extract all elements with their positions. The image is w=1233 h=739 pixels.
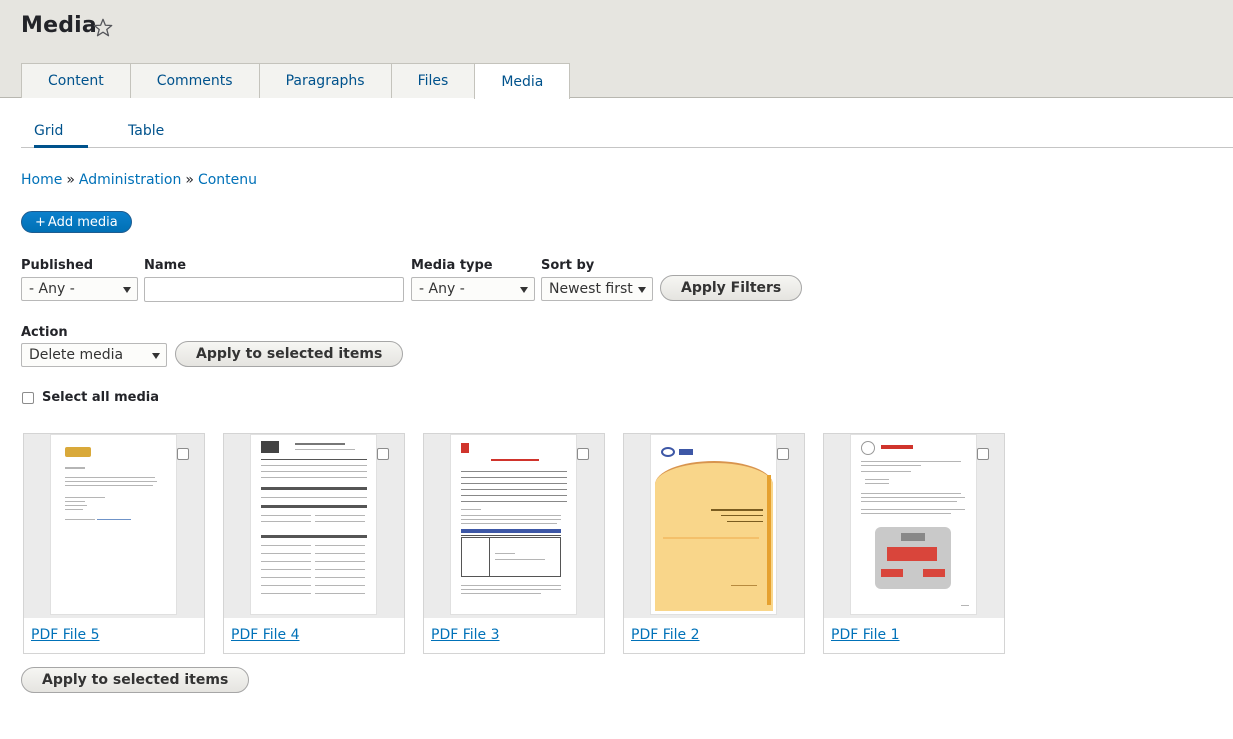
published-value: - Any - [29,281,75,297]
breadcrumb-separator: » [66,172,75,188]
tab-files[interactable]: Files [390,63,476,98]
star-icon[interactable] [92,17,114,39]
sort-by-label: Sort by [541,258,595,273]
pdf-thumbnail [850,434,977,615]
media-type-value: - Any - [419,281,465,297]
primary-tabs: Content Comments Paragraphs Files Media [21,63,571,99]
subtab-grid[interactable]: Grid [34,123,88,139]
published-label: Published [21,258,94,273]
chevron-down-icon [123,287,131,293]
breadcrumb-separator: » [185,172,194,188]
breadcrumb-administration[interactable]: Administration [79,172,181,188]
pdf-thumbnail [50,434,177,615]
select-all-label: Select all media [42,390,160,405]
breadcrumb-home[interactable]: Home [21,172,62,188]
media-select-checkbox[interactable] [977,448,989,460]
media-title-link[interactable]: PDF File 1 [831,627,900,643]
media-type-label: Media type [411,258,493,273]
media-thumbnail-area [824,434,1004,618]
media-title-link[interactable]: PDF File 3 [431,627,500,643]
media-card: PDF File 4 [223,433,405,654]
media-type-select[interactable]: - Any - [411,277,535,301]
breadcrumb-contenu[interactable]: Contenu [198,172,257,188]
tab-comments[interactable]: Comments [129,63,260,98]
media-card: PDF File 1 [823,433,1005,654]
action-label: Action [21,325,68,340]
plus-icon: + [35,214,46,230]
add-media-button[interactable]: + Add media [21,211,132,233]
active-subtab-indicator [34,145,88,148]
subtab-table[interactable]: Table [128,123,164,139]
sort-by-value: Newest first [549,281,633,297]
media-thumbnail-area [24,434,204,618]
secondary-tabs: Grid Table [21,116,1233,148]
media-thumbnail-area [424,434,604,618]
media-thumbnail-area [624,434,804,618]
media-card: PDF File 5 [23,433,205,654]
chevron-down-icon [638,287,646,293]
tab-media[interactable]: Media [474,63,571,99]
media-thumbnail-area [224,434,404,618]
chevron-down-icon [520,287,528,293]
tab-content[interactable]: Content [21,63,131,98]
select-all-checkbox[interactable] [22,392,34,404]
media-title-link[interactable]: PDF File 5 [31,627,100,643]
pdf-thumbnail [650,434,777,615]
pdf-thumbnail [250,434,377,615]
media-card: PDF File 3 [423,433,605,654]
pdf-thumbnail [450,434,577,615]
chevron-down-icon [152,353,160,359]
page-header: Media Content Comments Paragraphs Files … [0,0,1233,99]
page-title: Media [21,13,97,38]
media-select-checkbox[interactable] [177,448,189,460]
apply-selected-button-bottom[interactable]: Apply to selected items [21,667,250,693]
sort-by-select[interactable]: Newest first [541,277,653,301]
media-select-checkbox[interactable] [377,448,389,460]
apply-filters-button[interactable]: Apply Filters [660,275,803,301]
action-value: Delete media [29,347,124,363]
media-title-link[interactable]: PDF File 4 [231,627,300,643]
apply-selected-button-top[interactable]: Apply to selected items [175,341,404,367]
name-label: Name [144,258,187,273]
published-select[interactable]: - Any - [21,277,138,301]
name-input[interactable] [144,277,404,302]
media-title-link[interactable]: PDF File 2 [631,627,700,643]
media-select-checkbox[interactable] [577,448,589,460]
tab-paragraphs[interactable]: Paragraphs [258,63,392,98]
add-media-label: Add media [47,214,118,230]
media-card: PDF File 2 [623,433,805,654]
action-select[interactable]: Delete media [21,343,167,367]
breadcrumb: Home» Administration» Contenu [21,172,257,188]
media-select-checkbox[interactable] [777,448,789,460]
